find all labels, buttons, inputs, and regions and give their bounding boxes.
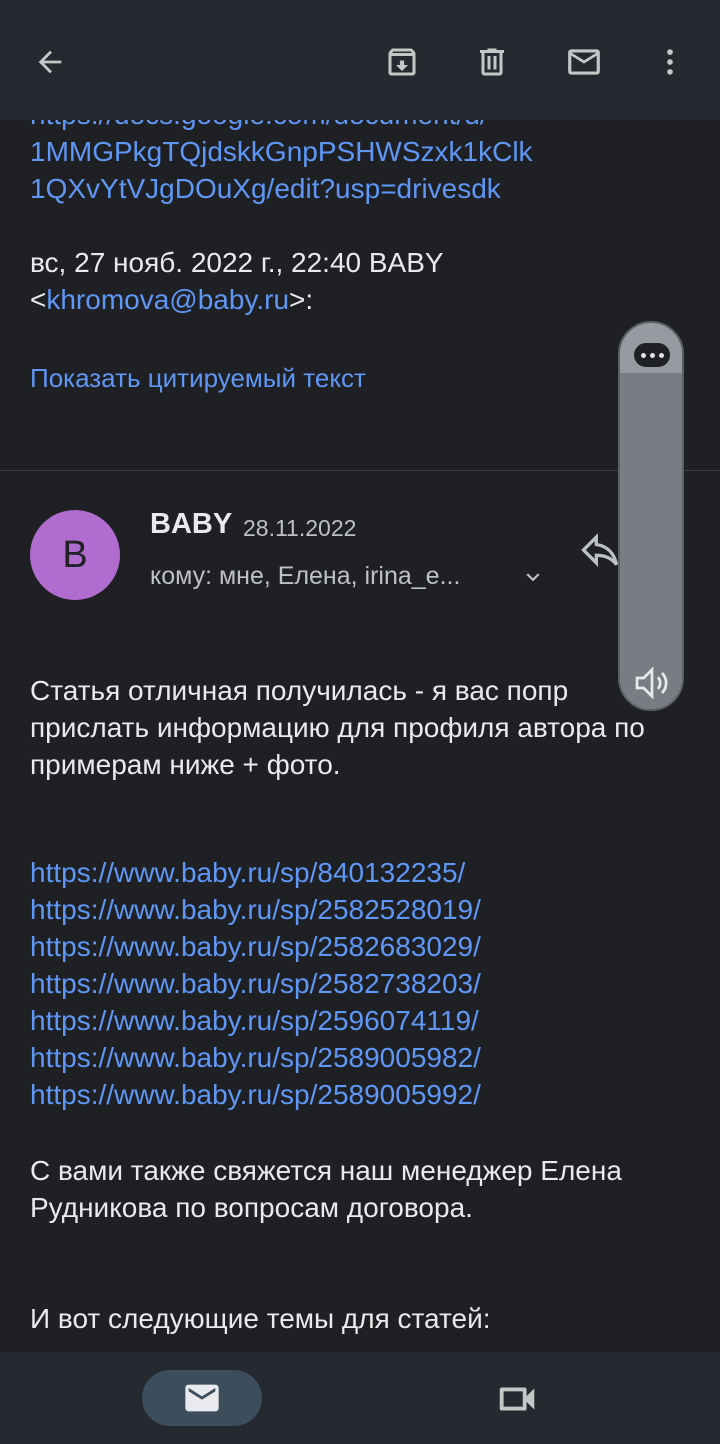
sender-name: BABY: [150, 508, 233, 540]
mail-icon: [568, 49, 600, 75]
volume-panel[interactable]: [618, 321, 684, 711]
mail-icon: [185, 1384, 219, 1412]
profile-link[interactable]: https://www.baby.ru/sp/840132235/: [30, 854, 690, 891]
quote-header-email-line: <khromova@baby.ru>:: [30, 281, 444, 318]
volume-level-fill[interactable]: [620, 373, 682, 709]
back-button[interactable]: [24, 36, 76, 88]
mark-unread-button[interactable]: [558, 36, 610, 88]
message-divider: [0, 470, 720, 471]
expand-details-button[interactable]: [520, 564, 546, 595]
delete-button[interactable]: [466, 36, 518, 88]
volume-more-button[interactable]: [634, 343, 670, 367]
quote-header-date: вс, 27 нояб. 2022 г., 22:40 BABY: [30, 247, 444, 278]
message-paragraph: С вами также свяжется наш менеджер Елена…: [30, 1155, 622, 1223]
recipients-summary[interactable]: кому: мне, Елена, irina_e...: [150, 562, 460, 591]
arrow-left-icon: [38, 50, 62, 74]
show-quoted-text-link[interactable]: Показать цитируемый текст: [30, 360, 366, 397]
mail-tab[interactable]: [142, 1370, 262, 1426]
meet-tab[interactable]: [494, 1376, 540, 1427]
reply-icon: [581, 533, 619, 567]
previous-message-links: https://docs.google.com/document/d/ 1MMG…: [30, 120, 533, 207]
message-date: 28.11.2022: [243, 515, 357, 541]
speaker-icon[interactable]: [632, 663, 672, 708]
doc-link-line[interactable]: 1QXvYtVJgDOuXg/edit?usp=drivesdk: [30, 170, 533, 207]
doc-link-line[interactable]: https://docs.google.com/document/d/: [30, 120, 533, 133]
profile-links-list: https://www.baby.ru/sp/840132235/ https:…: [30, 854, 690, 1113]
more-options-button[interactable]: [644, 36, 696, 88]
trash-icon: [480, 48, 504, 76]
message-paragraph: Статья отличная получилась - я вас попр …: [30, 675, 645, 780]
archive-icon: [388, 48, 416, 76]
doc-link-line[interactable]: 1MMGPkgTQjdskkGnpPSHWSzxk1kClk: [30, 133, 533, 170]
quote-bracket-close: >:: [289, 284, 314, 315]
video-camera-icon: [499, 1387, 535, 1411]
reply-button[interactable]: [578, 528, 622, 577]
bottom-navigation: [0, 1352, 720, 1444]
profile-link[interactable]: https://www.baby.ru/sp/2589005992/: [30, 1076, 690, 1113]
quote-header: вс, 27 нояб. 2022 г., 22:40 BABY <khromo…: [30, 244, 444, 318]
profile-link[interactable]: https://www.baby.ru/sp/2582683029/: [30, 928, 690, 965]
quote-email-link[interactable]: khromova@baby.ru: [46, 284, 289, 315]
avatar[interactable]: B: [30, 510, 120, 600]
archive-button[interactable]: [376, 36, 428, 88]
message-paragraph: И вот следующие темы для статей:: [30, 1303, 491, 1334]
chevron-down-icon: [526, 573, 540, 582]
avatar-letter: B: [62, 533, 88, 576]
message-thread: https://docs.google.com/document/d/ 1MMG…: [0, 120, 720, 1352]
more-vertical-icon: [667, 49, 673, 75]
quote-bracket-open: <: [30, 284, 47, 315]
profile-link[interactable]: https://www.baby.ru/sp/2582528019/: [30, 891, 690, 928]
profile-link[interactable]: https://www.baby.ru/sp/2582738203/: [30, 965, 690, 1002]
top-app-bar: [0, 0, 720, 120]
profile-link[interactable]: https://www.baby.ru/sp/2596074119/: [30, 1002, 690, 1039]
profile-link[interactable]: https://www.baby.ru/sp/2589005982/: [30, 1039, 690, 1076]
